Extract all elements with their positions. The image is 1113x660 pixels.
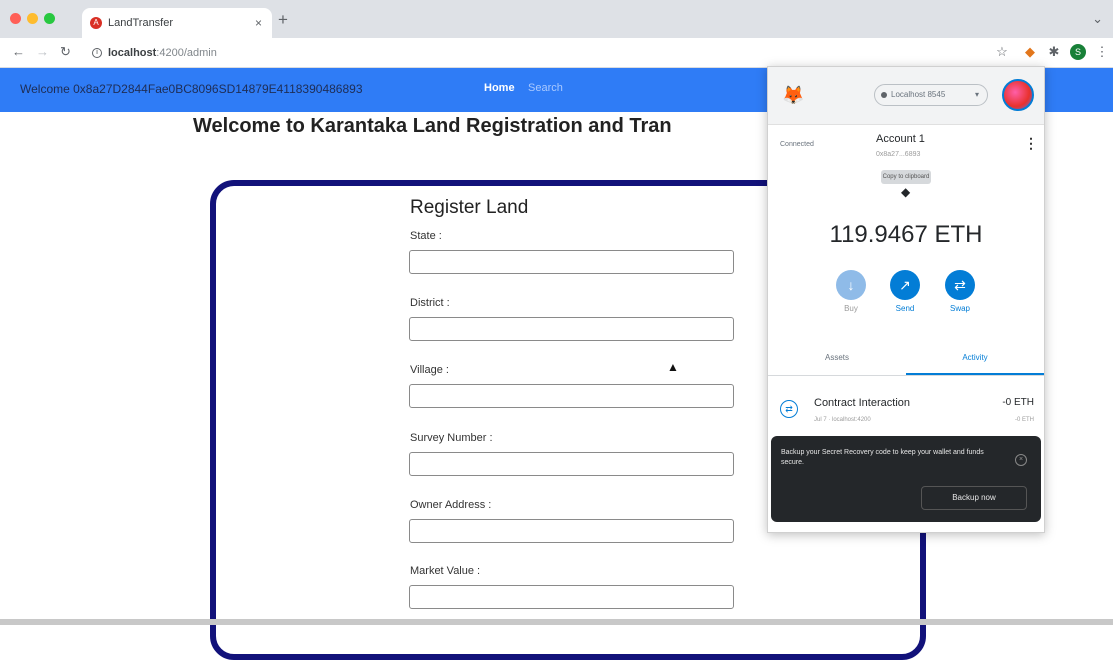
profile-icon[interactable]: S <box>1070 44 1086 60</box>
send-button[interactable]: ↗ Send <box>880 270 930 313</box>
nav-link-search[interactable]: Search <box>528 82 563 94</box>
window-close-button[interactable] <box>10 13 21 24</box>
page-title: Welcome to Karantaka Land Registration a… <box>193 115 672 137</box>
transaction-amount-secondary: -0 ETH <box>1014 417 1034 423</box>
window-minimize-button[interactable] <box>27 13 38 24</box>
tab-divider <box>768 375 1044 376</box>
browser-toolbar: ← → ↻ i localhost:4200/admin ☆ ◆ ✱ S ⋮ <box>0 38 1113 68</box>
backup-now-button[interactable]: Backup now <box>921 486 1027 510</box>
market-value-input[interactable] <box>409 585 734 609</box>
survey-number-input[interactable] <box>409 452 734 476</box>
metamask-header: 🦊 Localhost 8545 ▾ <box>768 67 1044 125</box>
account-options-icon[interactable]: ⋮ <box>1024 135 1038 152</box>
network-status-icon <box>881 92 887 98</box>
buy-label: Buy <box>844 304 858 313</box>
url-host: localhost <box>108 47 157 59</box>
horizontal-scrollbar[interactable] <box>0 619 1113 625</box>
tab-assets[interactable]: Assets <box>768 341 906 375</box>
site-info-icon[interactable]: i <box>92 48 102 58</box>
village-input[interactable] <box>409 384 734 408</box>
chevron-down-icon: ▾ <box>974 90 979 99</box>
transaction-subtitle: Jul 7 · localhost:4200 <box>814 417 871 423</box>
send-label: Send <box>895 304 915 313</box>
mouse-cursor-icon: ▲ <box>667 360 679 374</box>
swap-label: Swap <box>949 304 970 313</box>
tab-title: LandTransfer <box>108 17 174 29</box>
account-address[interactable]: 0x8a27...6893 <box>876 151 920 158</box>
window-maximize-button[interactable] <box>44 13 55 24</box>
swap-button[interactable]: ⇄ Swap <box>935 270 985 313</box>
close-icon[interactable]: × <box>1015 454 1027 466</box>
swap-icon: ⇄ <box>945 270 975 300</box>
survey-number-label: Survey Number : <box>410 432 493 444</box>
contract-interaction-icon: ⇄ <box>780 400 798 418</box>
state-label: State : <box>410 230 442 242</box>
tab-search-icon[interactable]: ⌄ <box>1092 11 1103 27</box>
buy-button[interactable]: ↓ Buy <box>826 270 876 313</box>
form-title: Register Land <box>410 197 529 218</box>
market-value-label: Market Value : <box>410 565 481 577</box>
state-input[interactable] <box>409 250 734 274</box>
browser-tab[interactable]: A LandTransfer × <box>82 8 272 38</box>
arrow-up-right-icon: ↗ <box>890 270 920 300</box>
backup-toast-text: Backup your Secret Recovery code to keep… <box>781 449 984 466</box>
download-icon: ↓ <box>836 270 866 300</box>
nav-welcome-address: Welcome 0x8a27D2844Fae0BC8096SD14879E411… <box>20 82 363 96</box>
back-icon[interactable]: ← <box>12 44 25 59</box>
tab-close-icon[interactable]: × <box>255 8 262 38</box>
owner-address-label: Owner Address : <box>410 499 492 511</box>
account-avatar[interactable] <box>1002 79 1034 111</box>
metamask-extension-icon[interactable]: ◆ <box>1022 44 1038 60</box>
metamask-fox-icon: 🦊 <box>782 85 805 105</box>
district-label: District : <box>410 297 450 309</box>
account-name[interactable]: Account 1 <box>876 133 925 145</box>
new-tab-button[interactable]: + <box>278 10 288 30</box>
copy-tooltip: Copy to clipboard <box>881 170 931 184</box>
eth-balance: 119.9467 ETH <box>829 221 983 248</box>
angular-favicon-icon: A <box>90 17 102 29</box>
connection-status[interactable]: Connected <box>780 141 814 148</box>
owner-address-input[interactable] <box>409 519 734 543</box>
metamask-popup: 🦊 Localhost 8545 ▾ Connected Account 1 0… <box>767 66 1045 533</box>
nav-link-home[interactable]: Home <box>484 82 515 94</box>
ethereum-icon: ◆ <box>901 185 911 199</box>
forward-icon[interactable]: → <box>36 44 49 59</box>
backup-toast: Backup your Secret Recovery code to keep… <box>771 436 1041 522</box>
tab-activity[interactable]: Activity <box>906 341 1044 375</box>
transaction-title: Contract Interaction <box>814 397 910 409</box>
address-bar[interactable]: i localhost:4200/admin <box>90 42 950 64</box>
network-name: Localhost 8545 <box>891 90 946 99</box>
network-selector[interactable]: Localhost 8545 ▾ <box>874 84 988 106</box>
district-input[interactable] <box>409 317 734 341</box>
puzzle-icon[interactable]: ✱ <box>1046 44 1062 60</box>
village-label: Village : <box>410 364 449 376</box>
reload-icon[interactable]: ↻ <box>60 44 71 60</box>
browser-tab-bar: A LandTransfer × + ⌄ <box>0 0 1113 38</box>
star-icon[interactable]: ☆ <box>994 44 1010 60</box>
transaction-amount: -0 ETH <box>1002 397 1034 408</box>
menu-icon[interactable]: ⋮ <box>1094 44 1110 60</box>
url-path: :4200/admin <box>156 47 217 59</box>
